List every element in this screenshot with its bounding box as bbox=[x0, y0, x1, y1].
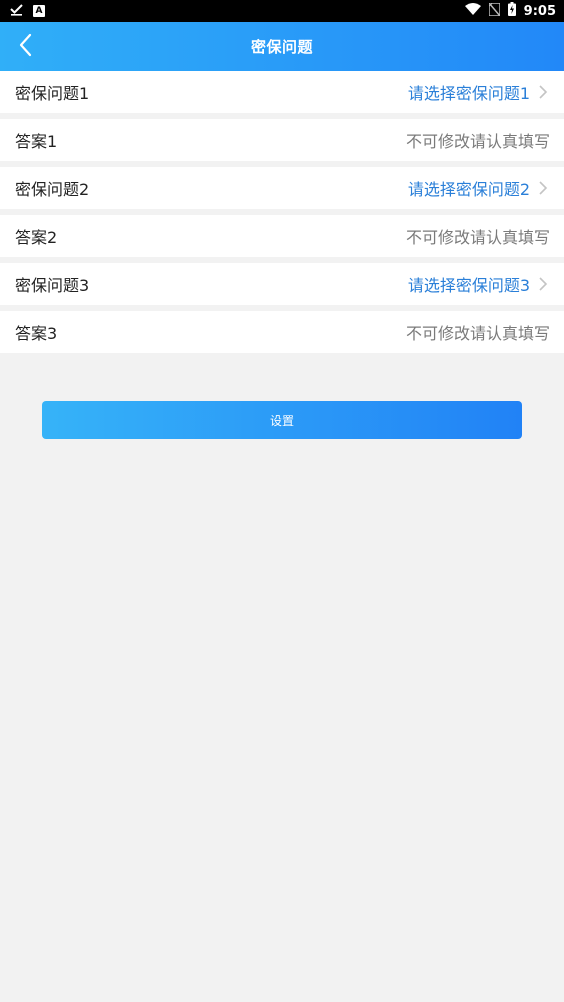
question-2-row[interactable]: 密保问题2 请选择密保问题2 bbox=[0, 167, 564, 209]
chevron-left-icon bbox=[18, 33, 32, 61]
question-2-select[interactable]: 请选择密保问题2 bbox=[408, 176, 548, 200]
answer-1-label: 答案1 bbox=[15, 132, 58, 151]
question-3-placeholder: 请选择密保问题3 bbox=[407, 276, 530, 295]
battery-charging-icon bbox=[507, 2, 516, 20]
status-time: 9:05 bbox=[523, 3, 556, 19]
answer-1-row[interactable]: 答案1 不可修改请认真填写 bbox=[0, 119, 564, 161]
answer-3-label: 答案3 bbox=[15, 324, 58, 343]
question-3-label: 密保问题3 bbox=[15, 276, 90, 295]
question-1-label: 密保问题1 bbox=[15, 84, 90, 103]
question-2-label: 密保问题2 bbox=[15, 180, 90, 199]
question-2-placeholder: 请选择密保问题2 bbox=[407, 180, 530, 199]
question-3-row[interactable]: 密保问题3 请选择密保问题3 bbox=[0, 263, 564, 305]
chevron-right-icon bbox=[538, 276, 548, 292]
answer-2-row[interactable]: 答案2 不可修改请认真填写 bbox=[0, 215, 564, 257]
question-3-select[interactable]: 请选择密保问题3 bbox=[408, 272, 548, 296]
status-bar: A 9:05 bbox=[0, 0, 564, 22]
no-sim-icon bbox=[487, 1, 501, 20]
download-done-icon bbox=[10, 3, 23, 20]
chevron-right-icon bbox=[538, 180, 548, 196]
question-1-placeholder: 请选择密保问题1 bbox=[407, 84, 530, 103]
wifi-icon bbox=[464, 2, 481, 20]
question-1-select[interactable]: 请选择密保问题1 bbox=[408, 80, 548, 104]
status-left: A bbox=[10, 3, 45, 20]
security-question-form: 密保问题1 请选择密保问题1 答案1 不可修改请认真填写 密保问题2 请选择密保… bbox=[0, 71, 564, 353]
answer-1-input[interactable]: 不可修改请认真填写 bbox=[406, 128, 550, 152]
answer-2-label: 答案2 bbox=[15, 228, 58, 247]
back-button[interactable] bbox=[10, 32, 40, 62]
answer-3-input[interactable]: 不可修改请认真填写 bbox=[406, 320, 550, 344]
set-button[interactable]: 设置 bbox=[42, 401, 522, 439]
submit-wrap: 设置 bbox=[42, 401, 522, 439]
answer-2-input[interactable]: 不可修改请认真填写 bbox=[406, 224, 550, 248]
title-bar: 密保问题 bbox=[0, 22, 564, 71]
answer-3-row[interactable]: 答案3 不可修改请认真填写 bbox=[0, 311, 564, 353]
chevron-right-icon bbox=[538, 84, 548, 100]
page-title: 密保问题 bbox=[250, 38, 313, 56]
status-right: 9:05 bbox=[464, 1, 556, 20]
question-1-row[interactable]: 密保问题1 请选择密保问题1 bbox=[0, 71, 564, 113]
a-notification-icon: A bbox=[33, 5, 45, 17]
